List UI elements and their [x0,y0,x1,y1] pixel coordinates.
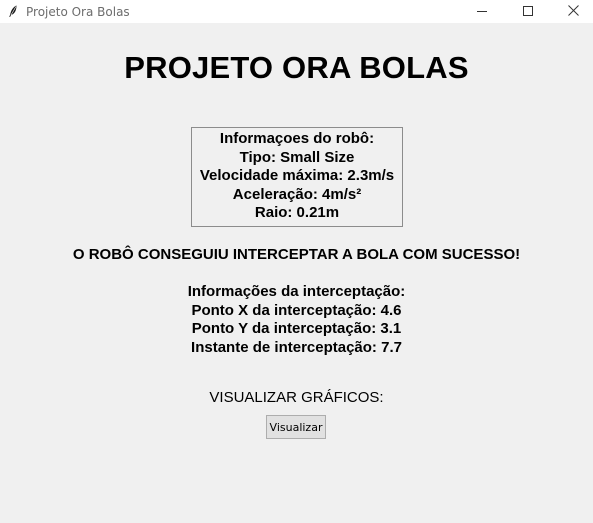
robot-info-header: Informaçoes do robô: [219,130,375,147]
charts-label: VISUALIZAR GRÁFICOS: [209,389,384,406]
interception-instant: Instante de interceptação: 7.7 [191,338,402,356]
robot-radius: Raio: 0.21m [254,204,340,221]
maximize-button[interactable] [505,0,551,23]
robot-type: Tipo: Small Size [239,148,355,166]
maximize-icon [523,3,533,21]
window-title: Projeto Ora Bolas [26,5,130,19]
robot-info-panel: Informaçoes do robô: Tipo: Small Size Ve… [191,127,403,227]
success-message: O ROBÔ CONSEGUIU INTERCEPTAR A BOLA COM … [72,246,521,263]
robot-acceleration: Aceleração: 4m/s² [232,185,362,203]
page-title: PROJETO ORA BOLAS [124,50,469,85]
feather-icon [6,4,20,18]
minimize-icon [477,3,487,21]
interception-info: Informações da interceptação: Ponto X da… [0,283,593,357]
interception-point-y: Ponto Y da interceptação: 3.1 [191,320,402,337]
window-titlebar[interactable]: Projeto Ora Bolas [0,0,593,23]
visualize-button[interactable]: Visualizar [266,415,326,439]
window-client-area: PROJETO ORA BOLAS Informaçoes do robô: T… [0,23,593,523]
close-button[interactable] [550,0,593,23]
minimize-button[interactable] [459,0,505,23]
robot-max-speed: Velocidade máxima: 2.3m/s [199,167,395,184]
interception-header: Informações da interceptação: [187,283,406,300]
close-icon [567,3,579,21]
interception-point-x: Ponto X da interceptação: 4.6 [191,301,402,319]
